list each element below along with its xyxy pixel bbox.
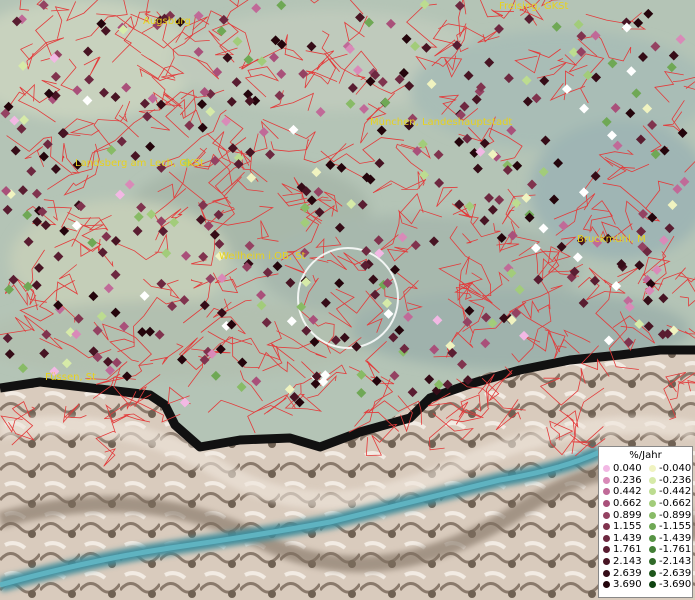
legend-entry-negative: -2.143 [645,556,691,567]
legend-value: 0.040 [613,463,642,475]
legend-entry-negative: -3.690 [645,579,691,590]
legend-swatch [649,558,656,566]
legend-value: -1.155 [659,521,692,533]
legend-value: 0.662 [613,498,642,510]
legend-entry-positive: 0.236 [599,475,645,486]
legend-swatch [603,558,610,566]
legend-swatch [603,511,610,519]
legend-value: 0.442 [613,486,642,498]
legend-entry-positive: 3.690 [599,579,645,590]
city-label-fuessen: Füssen, St [45,372,97,383]
legend-value: 2.639 [613,567,642,579]
legend-value: -0.899 [659,509,692,521]
legend-entry-negative: -1.155 [645,521,691,532]
legend-value: 0.236 [613,474,642,486]
legend-swatch [603,581,610,589]
legend-entry-negative: -2.639 [645,568,691,579]
legend-row: 1.761 -1.761 [599,544,692,556]
legend-swatch [603,476,610,484]
legend-value: 1.761 [613,544,642,556]
legend-value: -2.639 [659,567,692,579]
legend-entry-negative: -1.761 [645,544,691,555]
legend-value: -0.236 [659,474,692,486]
legend-row: 0.662 -0.662 [599,498,692,510]
legend-entry-negative: -0.236 [645,475,691,486]
legend-entry-positive: 0.899 [599,510,645,521]
legend-value: 0.899 [613,509,642,521]
legend-swatch [649,500,656,508]
legend-entry-negative: -0.040 [645,463,691,474]
legend-swatch [649,546,656,554]
legend-value: -0.442 [659,486,692,498]
legend-entry-positive: 2.639 [599,568,645,579]
legend-swatch [649,581,656,589]
legend-swatch [649,569,656,577]
legend-value: 2.143 [613,556,642,568]
legend-swatch [649,465,656,473]
legend-entry-negative: -0.442 [645,486,691,497]
city-label-weilheim: Weilheim i.OB, St [219,251,306,262]
legend-row: 0.442 -0.442 [599,486,692,498]
legend-row: 0.040 -0.040 [599,463,692,475]
legend-entry-positive: 0.662 [599,498,645,509]
terrain-layer [0,0,695,600]
legend-row: 3.690 -3.690 [599,579,692,591]
legend-entry-positive: 2.143 [599,556,645,567]
city-label-augsburg: Augsburg [143,16,191,27]
legend-entry-positive: 1.155 [599,521,645,532]
legend-value: 1.155 [613,521,642,533]
legend-entry-positive: 1.761 [599,544,645,555]
city-label-freising: Freising, GKSt [499,1,569,12]
legend-value: -0.040 [659,463,692,475]
legend-entry-positive: 1.439 [599,533,645,544]
legend-swatch [649,511,656,519]
city-label-bruckmuehl: Bruckmühl, M [577,234,646,245]
legend-swatch [603,488,610,496]
legend-swatch [603,569,610,577]
legend-swatch [649,534,656,542]
legend-swatch [603,523,610,531]
legend-value: 3.690 [613,579,642,591]
legend-swatch [649,488,656,496]
legend-row: 2.639 -2.639 [599,567,692,579]
legend-entry-negative: -0.662 [645,498,691,509]
legend-swatch [603,500,610,508]
legend-value: -1.439 [659,532,692,544]
legend-value: -0.662 [659,498,692,510]
legend-entry-negative: -0.899 [645,510,691,521]
legend-row: 2.143 -2.143 [599,556,692,568]
legend-swatch [603,534,610,542]
legend-entry-positive: 0.442 [599,486,645,497]
legend-row: 0.899 -0.899 [599,509,692,521]
legend-entry-negative: -1.439 [645,533,691,544]
legend-rows: 0.040 -0.040 0.236 -0.236 0.442 -0.442 0.662 -0… [599,463,692,591]
legend-value: -1.761 [659,544,692,556]
legend-value: -2.143 [659,556,692,568]
legend-row: 0.236 -0.236 [599,475,692,487]
legend-title: %/Jahr [629,450,662,461]
map-view[interactable]: Augsburg Freising, GKSt München, Landesh… [0,0,695,600]
legend-row: 1.155 -1.155 [599,521,692,533]
legend-value: -3.690 [659,579,692,591]
city-label-landsberg: Landsberg am Lech, GKSt [75,158,204,169]
legend-swatch [649,476,656,484]
legend-swatch [649,523,656,531]
legend-value: 1.439 [613,532,642,544]
city-label-muenchen: München, Landeshauptstadt [370,117,513,128]
legend-entry-positive: 0.040 [599,463,645,474]
legend: %/Jahr 0.040 -0.040 0.236 -0.236 0.442 -0.442… [598,446,693,598]
legend-row: 1.439 -1.439 [599,533,692,545]
legend-swatch [603,546,610,554]
legend-swatch [603,465,610,473]
